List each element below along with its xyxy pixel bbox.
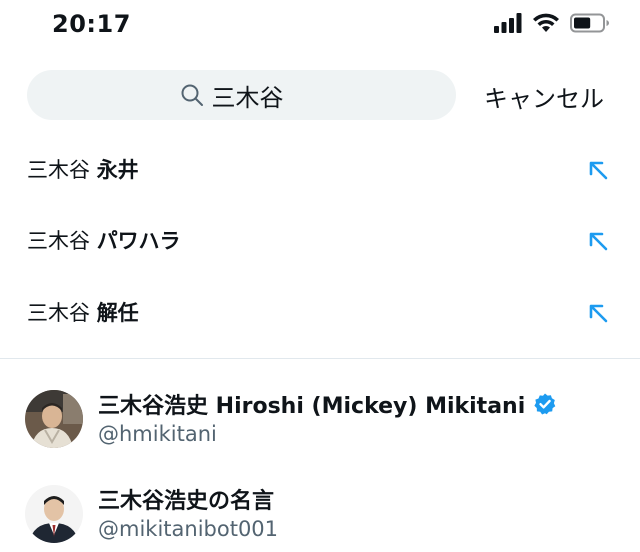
user-name: 三木谷浩史 Hiroshi (Mickey) Mikitani <box>98 388 557 420</box>
suggestion-text: 三木谷 解任 <box>27 297 139 327</box>
search-row: キャンセル <box>0 70 640 120</box>
suggestion-query: 三木谷 <box>27 301 90 325</box>
status-time: 20:17 <box>52 10 131 38</box>
status-bar: 20:17 <box>0 0 640 52</box>
suggestion-suffix: パワハラ <box>96 229 181 253</box>
status-icons <box>494 13 610 33</box>
suggestion-text: 三木谷 パワハラ <box>27 225 180 255</box>
user-result[interactable]: 三木谷浩史 Hiroshi (Mickey) Mikitani @hmikita… <box>0 378 640 458</box>
divider <box>0 358 640 359</box>
suggestion-item[interactable]: 三木谷 永井 <box>0 140 640 200</box>
user-name: 三木谷浩史の名言 <box>98 483 274 515</box>
suggestion-suffix: 解任 <box>96 301 139 325</box>
wifi-icon <box>533 13 559 32</box>
battery-icon <box>570 13 609 33</box>
user-display-name: 三木谷浩史 Hiroshi (Mickey) Mikitani <box>98 394 526 419</box>
verified-badge-icon <box>534 393 556 415</box>
avatar[interactable] <box>25 390 83 448</box>
cancel-button[interactable]: キャンセル <box>484 79 604 114</box>
user-handle: @mikitanibot001 <box>98 517 279 541</box>
user-result[interactable]: 三木谷浩史の名言 @mikitanibot001 <box>0 473 640 552</box>
suggestion-item[interactable]: 三木谷 パワハラ <box>0 211 640 271</box>
user-handle: @hmikitani <box>98 422 217 446</box>
suggestion-item[interactable]: 三木谷 解任 <box>0 283 640 343</box>
user-display-name: 三木谷浩史の名言 <box>98 489 275 514</box>
suggestion-suffix: 永井 <box>96 158 139 182</box>
search-box[interactable] <box>27 70 456 120</box>
arrow-up-left-icon[interactable] <box>586 301 610 325</box>
suggestion-text: 三木谷 永井 <box>27 154 139 184</box>
avatar[interactable] <box>25 485 83 543</box>
suggestion-query: 三木谷 <box>27 158 90 182</box>
arrow-up-left-icon[interactable] <box>586 158 610 182</box>
arrow-up-left-icon[interactable] <box>586 229 610 253</box>
magnifier-icon <box>181 84 203 106</box>
signal-icon <box>494 13 522 33</box>
suggestion-query: 三木谷 <box>27 229 90 253</box>
search-input[interactable] <box>211 81 304 109</box>
